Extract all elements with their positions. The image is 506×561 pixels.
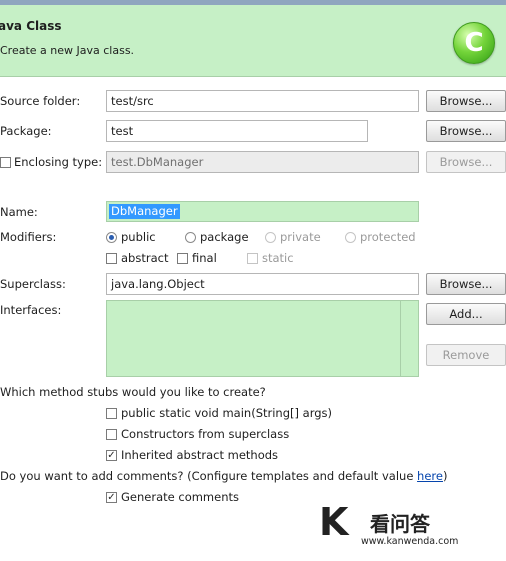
enclosing-type-label: Enclosing type:	[14, 155, 103, 169]
superclass-label: Superclass:	[0, 277, 66, 291]
superclass-input[interactable]: java.lang.Object	[106, 273, 419, 295]
method-stubs-question: Which method stubs would you like to cre…	[0, 385, 266, 399]
modifier-protected-label: protected	[360, 230, 416, 244]
enclosing-type-browse-button: Browse...	[426, 151, 506, 173]
watermark-logo-icon: K	[319, 500, 349, 544]
stub-main-checkbox[interactable]	[106, 408, 117, 419]
source-folder-label: Source folder:	[0, 94, 81, 108]
generate-comments-label: Generate comments	[121, 490, 239, 504]
package-browse-button[interactable]: Browse...	[426, 120, 506, 142]
modifier-package-label: package	[200, 230, 249, 244]
modifier-public-radio[interactable]	[106, 232, 117, 243]
modifier-static-checkbox	[247, 253, 258, 264]
watermark-name: 看问答	[370, 512, 430, 536]
comments-question: Do you want to add comments? (Configure …	[0, 469, 447, 483]
configure-templates-link[interactable]: here	[417, 469, 443, 483]
watermark-url: www.kanwenda.com	[361, 536, 459, 547]
modifier-protected-radio	[345, 232, 356, 243]
stub-inherited-checkbox[interactable]: ✓	[106, 450, 117, 461]
interfaces-list-divider	[400, 301, 401, 376]
package-input[interactable]: test	[106, 120, 368, 142]
modifier-public-label: public	[121, 230, 156, 244]
generate-comments-checkbox[interactable]: ✓	[106, 492, 117, 503]
source-folder-browse-button[interactable]: Browse...	[426, 90, 506, 112]
enclosing-type-checkbox[interactable]	[0, 157, 11, 168]
wizard-subtitle: Create a new Java class.	[0, 44, 135, 57]
stub-main-label: public static void main(String[] args)	[121, 406, 332, 420]
wizard-title: ava Class	[0, 19, 62, 33]
stub-constructors-checkbox[interactable]	[106, 429, 117, 440]
modifier-package-radio[interactable]	[185, 232, 196, 243]
name-input-selected-text: DbManager	[109, 204, 180, 219]
source-folder-input[interactable]: test/src	[106, 90, 419, 112]
comments-question-text: Do you want to add comments? (Configure …	[0, 469, 418, 483]
watermark: K 看问答 www.kanwenda.com	[265, 498, 495, 551]
modifier-final-checkbox[interactable]	[177, 253, 188, 264]
modifier-abstract-label: abstract	[121, 251, 169, 265]
interfaces-list[interactable]	[106, 300, 419, 377]
interfaces-label: Interfaces:	[0, 303, 62, 317]
title-bar-edge	[0, 0, 506, 5]
modifier-abstract-checkbox[interactable]	[106, 253, 117, 264]
stub-inherited-label: Inherited abstract methods	[121, 448, 279, 462]
remove-interface-button: Remove	[426, 344, 506, 366]
modifier-private-radio	[265, 232, 276, 243]
package-label: Package:	[0, 124, 52, 138]
java-class-logo-icon: C	[453, 22, 495, 64]
enclosing-type-input: test.DbManager	[106, 151, 419, 173]
comments-question-close: )	[442, 469, 448, 483]
superclass-browse-button[interactable]: Browse...	[426, 273, 506, 295]
wizard-header	[0, 0, 506, 77]
stub-constructors-label: Constructors from superclass	[121, 427, 290, 441]
modifier-static-label: static	[262, 251, 294, 265]
modifier-private-label: private	[280, 230, 321, 244]
name-label: Name:	[0, 205, 38, 219]
name-input[interactable]: DbManager	[106, 201, 419, 222]
add-interface-button[interactable]: Add...	[426, 303, 506, 325]
modifiers-label: Modifiers:	[0, 230, 57, 244]
modifier-final-label: final	[192, 251, 217, 265]
